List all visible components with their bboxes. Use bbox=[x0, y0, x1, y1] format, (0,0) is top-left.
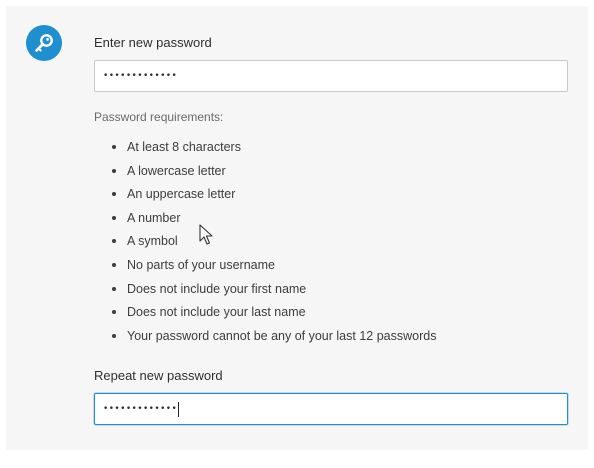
requirement-text: No parts of your username bbox=[127, 257, 275, 272]
requirement-item: A symbol bbox=[94, 232, 436, 256]
key-icon bbox=[26, 25, 62, 61]
new-password-value: ••••••••••••• bbox=[103, 71, 178, 81]
mouse-cursor-icon bbox=[199, 224, 213, 251]
requirement-text: Does not include your first name bbox=[127, 281, 307, 296]
requirements-title: Password requirements: bbox=[94, 110, 224, 124]
requirement-item: Does not include your last name bbox=[94, 303, 436, 327]
bullet-icon bbox=[112, 262, 116, 267]
requirement-text: A number bbox=[127, 210, 181, 225]
requirement-item: At least 8 characters bbox=[94, 138, 436, 162]
requirement-item: A lowercase letter bbox=[94, 162, 436, 186]
repeat-password-label: Repeat new password bbox=[94, 368, 223, 383]
bullet-icon bbox=[112, 145, 116, 149]
bullet-icon bbox=[112, 239, 116, 244]
bullet-icon bbox=[112, 168, 116, 173]
requirement-item: An uppercase letter bbox=[94, 185, 436, 209]
bullet-icon bbox=[112, 333, 116, 338]
bullet-icon bbox=[112, 215, 116, 220]
requirement-item: No parts of your username bbox=[94, 256, 436, 280]
repeat-password-value: ••••••••••••• bbox=[103, 404, 178, 414]
requirement-text: An uppercase letter bbox=[127, 187, 236, 202]
requirement-item: A number bbox=[94, 209, 436, 233]
requirement-text: A symbol bbox=[127, 234, 178, 249]
requirement-text: Does not include your last name bbox=[127, 305, 306, 320]
bullet-icon bbox=[112, 286, 116, 291]
bullet-icon bbox=[112, 192, 116, 197]
text-caret bbox=[178, 401, 180, 417]
requirement-item: Does not include your first name bbox=[94, 280, 436, 304]
requirements-list: At least 8 characters A lowercase letter… bbox=[94, 138, 436, 350]
requirement-item: Your password cannot be any of your last… bbox=[94, 327, 436, 351]
requirement-text: A lowercase letter bbox=[127, 163, 226, 178]
requirement-text: At least 8 characters bbox=[127, 140, 241, 154]
new-password-label: Enter new password bbox=[94, 35, 212, 50]
repeat-password-input[interactable]: ••••••••••••• bbox=[94, 393, 568, 425]
requirement-text: Your password cannot be any of your last… bbox=[127, 328, 437, 343]
bullet-icon bbox=[112, 310, 116, 315]
new-password-input[interactable]: ••••••••••••• bbox=[94, 60, 568, 92]
